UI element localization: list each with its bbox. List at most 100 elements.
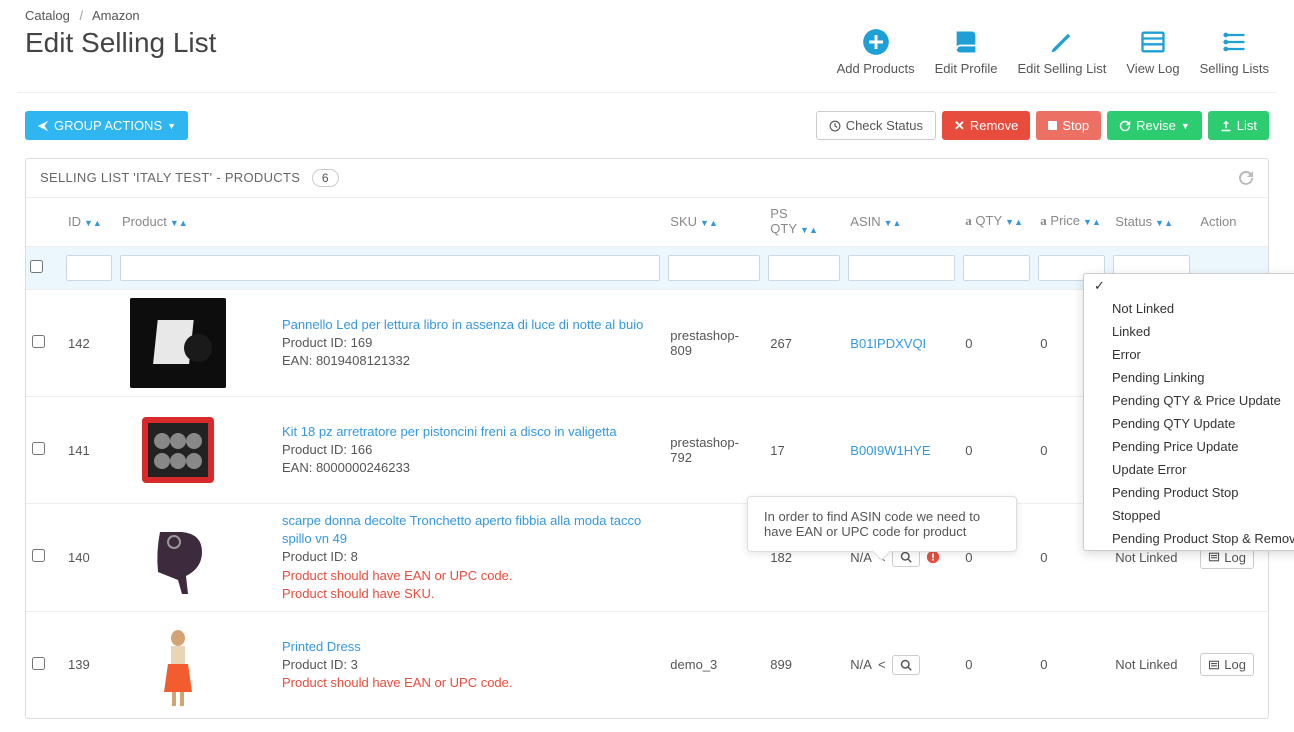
status-option[interactable]	[1084, 274, 1294, 297]
product-image	[130, 298, 226, 388]
product-info: Kit 18 pz arretratore per pistoncini fre…	[276, 397, 664, 504]
filter-asin[interactable]	[848, 255, 955, 281]
product-info: Pannello Led per lettura libro in assenz…	[276, 290, 664, 397]
col-aprice[interactable]: a Price▼▲	[1034, 198, 1109, 247]
revise-button[interactable]: Revise ▼	[1107, 111, 1202, 140]
product-id-line: Product ID: 3	[282, 657, 358, 672]
refresh-icon[interactable]	[1238, 170, 1254, 186]
product-error: Product should have EAN or UPC code.	[282, 675, 513, 690]
status-option[interactable]: Linked	[1084, 320, 1294, 343]
table-row: 139 Printed Dress Product ID: 3 Product sho…	[26, 611, 1268, 718]
status-option[interactable]: Update Error	[1084, 458, 1294, 481]
status-option[interactable]: Pending Product Stop	[1084, 481, 1294, 504]
product-title-link[interactable]: Pannello Led per lettura libro in assenz…	[282, 317, 643, 332]
row-sku: prestashop-792	[664, 397, 764, 504]
breadcrumb: Catalog / Amazon	[17, 0, 1277, 27]
page-title: Edit Selling List	[25, 27, 216, 59]
toolbar-item-label: Edit Profile	[935, 61, 998, 76]
row-id: 139	[62, 611, 116, 718]
toolbar-item-label: View Log	[1126, 61, 1179, 76]
panel-title: SELLING LIST 'ITALY TEST' - PRODUCTS	[40, 170, 300, 185]
asin-link[interactable]: B01IPDXVQI	[850, 336, 926, 351]
asin-na: N/A	[850, 657, 872, 672]
product-id-line: Product ID: 8	[282, 549, 358, 564]
status-option[interactable]: Pending Price Update	[1084, 435, 1294, 458]
row-aqty: 0	[959, 290, 1034, 397]
product-ean-line: EAN: 8019408121332	[282, 353, 410, 368]
log-button[interactable]: Log	[1200, 653, 1254, 676]
check-status-button[interactable]: Check Status	[816, 111, 936, 140]
col-sku[interactable]: SKU▼▲	[664, 198, 764, 247]
col-psqty[interactable]: PS QTY▼▲	[764, 198, 844, 247]
status-option[interactable]: Pending QTY & Price Update	[1084, 389, 1294, 412]
row-id: 142	[62, 290, 116, 397]
plus-circle-icon	[862, 27, 890, 57]
filter-aqty[interactable]	[963, 255, 1030, 281]
status-option[interactable]: Pending Linking	[1084, 366, 1294, 389]
row-id: 140	[62, 504, 116, 612]
row-psqty: 267	[764, 290, 844, 397]
filter-psqty[interactable]	[768, 255, 840, 281]
row-aqty: 0	[959, 397, 1034, 504]
asin-na: N/A	[850, 550, 872, 565]
asin-link[interactable]: B00I9W1HYE	[850, 443, 930, 458]
toolbar-item-label: Add Products	[837, 61, 915, 76]
view-log-button[interactable]: View Log	[1126, 27, 1179, 76]
table-row: 142 Pannello Led per lettura libro in ass…	[26, 290, 1268, 397]
product-info: Printed Dress Product ID: 3 Product should…	[276, 611, 664, 718]
col-asin[interactable]: ASIN▼▲	[844, 198, 959, 247]
col-product[interactable]: Product▼▲	[116, 198, 276, 247]
product-error: Product should have EAN or UPC code.	[282, 568, 513, 583]
status-option[interactable]: Stopped	[1084, 504, 1294, 527]
asin-tooltip: In order to find ASIN code we need to ha…	[747, 496, 1017, 552]
breadcrumb-current: Amazon	[92, 8, 140, 23]
status-option[interactable]: Not Linked	[1084, 297, 1294, 320]
product-image	[130, 512, 226, 602]
group-actions-button[interactable]: GROUP ACTIONS ▼	[25, 111, 188, 140]
product-title-link[interactable]: Printed Dress	[282, 639, 361, 654]
list-button[interactable]: List	[1208, 111, 1269, 140]
book-icon	[952, 27, 980, 57]
status-option[interactable]: Pending QTY Update	[1084, 412, 1294, 435]
table-row: 141Kit 18 pz arretratore per pistoncini …	[26, 397, 1268, 504]
product-error: Product should have SKU.	[282, 586, 434, 601]
row-aprice: 0	[1034, 611, 1109, 718]
list-icon	[1139, 27, 1167, 57]
status-option[interactable]: Error	[1084, 343, 1294, 366]
stop-button[interactable]: Stop	[1036, 111, 1101, 140]
filter-id[interactable]	[66, 255, 112, 281]
toolbar: Add Products Edit Profile Edit Selling Lis…	[837, 27, 1269, 76]
filter-product[interactable]	[120, 255, 660, 281]
product-ean-line: EAN: 8000000246233	[282, 460, 410, 475]
row-status: Not Linked	[1109, 611, 1194, 718]
asin-search-button[interactable]	[892, 655, 920, 675]
status-option[interactable]: Pending Product Stop & Remove	[1084, 527, 1294, 550]
edit-profile-button[interactable]: Edit Profile	[935, 27, 998, 76]
filter-check-all[interactable]	[30, 260, 43, 273]
breadcrumb-root[interactable]: Catalog	[25, 8, 70, 23]
stack-icon	[1220, 27, 1248, 57]
row-checkbox[interactable]	[32, 549, 45, 562]
product-count-badge: 6	[312, 169, 339, 187]
row-aqty: 0	[959, 611, 1034, 718]
status-dropdown[interactable]: Not LinkedLinkedErrorPending LinkingPend…	[1083, 273, 1294, 551]
row-checkbox[interactable]	[32, 657, 45, 670]
product-info: scarpe donna decolte Tronchetto aperto f…	[276, 504, 664, 612]
toolbar-item-label: Edit Selling List	[1017, 61, 1106, 76]
product-title-link[interactable]: Kit 18 pz arretratore per pistoncini fre…	[282, 424, 617, 439]
row-sku: demo_3	[664, 611, 764, 718]
row-checkbox[interactable]	[32, 335, 45, 348]
product-image	[130, 620, 226, 710]
remove-button[interactable]: ✕ Remove	[942, 111, 1030, 140]
edit-selling-list-button[interactable]: Edit Selling List	[1017, 27, 1106, 76]
selling-lists-button[interactable]: Selling Lists	[1200, 27, 1269, 76]
row-checkbox[interactable]	[32, 442, 45, 455]
filter-sku[interactable]	[668, 255, 760, 281]
add-products-button[interactable]: Add Products	[837, 27, 915, 76]
col-id[interactable]: ID▼▲	[62, 198, 116, 247]
col-status[interactable]: Status▼▲	[1109, 198, 1194, 247]
col-aqty[interactable]: a QTY▼▲	[959, 198, 1034, 247]
product-id-line: Product ID: 166	[282, 442, 372, 457]
product-id-line: Product ID: 169	[282, 335, 372, 350]
product-title-link[interactable]: scarpe donna decolte Tronchetto aperto f…	[282, 513, 641, 546]
